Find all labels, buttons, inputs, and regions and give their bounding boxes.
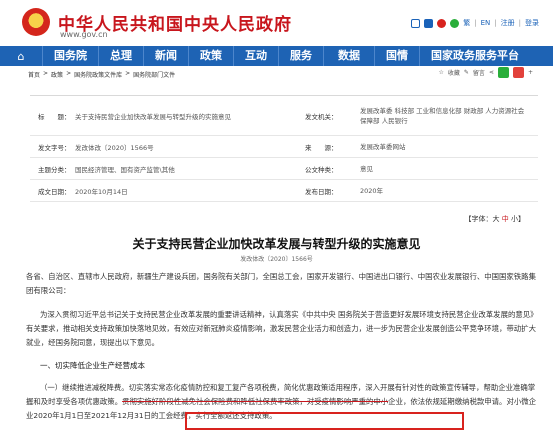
nav-item-policy[interactable]: 政策 bbox=[188, 46, 233, 66]
date-value: 2020年10月14日 bbox=[75, 187, 128, 196]
wechat-icon[interactable] bbox=[497, 67, 509, 78]
document-title: 关于支持民营企业加快改革发展与转型升级的实施意见 bbox=[132, 237, 421, 251]
weibo-icon[interactable] bbox=[512, 67, 524, 78]
share-icon[interactable]: ⋖ bbox=[489, 69, 494, 76]
breadcrumb: 首页 > 政策 > 国务院政策文件库 > 国务院部门文件 bbox=[28, 70, 175, 79]
info-row: 成文日期： 2020年10月14日 发布日期： 2020年 bbox=[30, 180, 538, 202]
site-header: 中华人民共和国中央人民政府 www.gov.cn 繁 | EN | 注册 | 登… bbox=[0, 0, 553, 46]
topic-label: 主题分类： bbox=[38, 165, 71, 174]
breadcrumb-sep: > bbox=[125, 70, 131, 77]
mail-icon[interactable] bbox=[411, 18, 421, 28]
paragraph-preamble: 为深入贯彻习近平总书记关于支持民营企业改革发展的重要讲话精神，认真落实《中共中央… bbox=[26, 308, 536, 350]
section-heading: 一、切实降低企业生产经营成本 bbox=[40, 361, 145, 370]
info-row: 主题分类： 国民经济管理、国有资产监管\其他 公文种类： 意见 bbox=[30, 158, 538, 180]
nav-item-data[interactable]: 数据 bbox=[323, 46, 374, 66]
national-emblem-icon bbox=[22, 8, 50, 36]
nav-item-news[interactable]: 新闻 bbox=[143, 46, 188, 66]
nav-item-service[interactable]: 服务 bbox=[278, 46, 323, 66]
issuer-label: 发文机关： bbox=[305, 112, 338, 121]
nav-item-service-platform[interactable]: 国家政务服务平台 bbox=[419, 46, 530, 66]
breadcrumb-home[interactable]: 首页 bbox=[28, 70, 40, 79]
breadcrumb-dept-files[interactable]: 国务院部门文件 bbox=[133, 70, 175, 79]
fontsize-small[interactable]: 小 bbox=[511, 215, 518, 223]
date-label: 成文日期： bbox=[38, 187, 71, 196]
struck-text: 贯彻实施好阶段性减免社会保险费和降低社保费率政策，对受疫情影响严重的中小 bbox=[122, 397, 389, 406]
breadcrumb-library[interactable]: 国务院政策文件库 bbox=[74, 70, 122, 79]
separator: | bbox=[474, 19, 477, 27]
fontsize-large[interactable]: 大 bbox=[493, 215, 500, 223]
nav-item-state-council[interactable]: 国务院 bbox=[42, 46, 98, 66]
top-links: 繁 | EN | 注册 | 登录 bbox=[411, 18, 539, 28]
separator: | bbox=[518, 19, 521, 27]
breadcrumb-policy[interactable]: 政策 bbox=[51, 70, 63, 79]
title-value: 关于支持民营企业加快改革发展与转型升级的实施意见 bbox=[75, 112, 231, 121]
info-row: 发文字号： 发改体改〔2020〕1566号 来 源： 发展改革委网站 bbox=[30, 136, 538, 158]
document-number: 发改体改〔2020〕1566号 bbox=[240, 256, 313, 263]
nav-item-premier[interactable]: 总理 bbox=[98, 46, 143, 66]
fontsize-prefix: 【字体： bbox=[464, 215, 493, 223]
plus-icon[interactable]: + bbox=[528, 69, 533, 76]
breadcrumb-sep: > bbox=[66, 70, 72, 77]
link-english[interactable]: EN bbox=[481, 19, 491, 27]
topic-value: 国民经济管理、国有资产监管\其他 bbox=[75, 165, 175, 174]
type-label: 公文种类： bbox=[305, 165, 338, 174]
star-icon: ☆ bbox=[438, 69, 444, 76]
highlight-box bbox=[185, 412, 464, 430]
source-value: 发展改革委网站 bbox=[360, 142, 406, 151]
fontsize-suffix: 】 bbox=[518, 215, 525, 223]
link-register[interactable]: 注册 bbox=[501, 18, 515, 28]
edit-icon: ✎ bbox=[463, 69, 469, 76]
article-tools: ☆ 收藏 ✎ 留言 ⋖ + bbox=[438, 67, 533, 78]
phone-icon[interactable] bbox=[424, 18, 434, 28]
font-size-switcher: 【字体：大 中 小】 bbox=[465, 214, 525, 224]
issuer-value: 发展改革委 科技部 工业和信息化部 财政部 人力资源社会保障部 人民银行 bbox=[360, 106, 525, 125]
link-traditional[interactable]: 繁 bbox=[463, 18, 470, 28]
document-info-table: 标 题： 关于支持民营企业加快改革发展与转型升级的实施意见 发文机关： 发展改革… bbox=[30, 95, 538, 202]
docno-value: 发改体改〔2020〕1566号 bbox=[75, 143, 154, 152]
separator: | bbox=[494, 19, 497, 27]
type-value: 意见 bbox=[360, 164, 373, 173]
info-row: 标 题： 关于支持民营企业加快改革发展与转型升级的实施意见 发文机关： 发展改革… bbox=[30, 96, 538, 136]
pubdate-label: 发布日期： bbox=[305, 187, 338, 196]
title-label: 标 题： bbox=[38, 112, 71, 121]
wechat-icon[interactable] bbox=[450, 18, 460, 28]
fontsize-medium[interactable]: 中 bbox=[502, 215, 509, 223]
main-nav: ⌂ 国务院 总理 新闻 政策 互动 服务 数据 国情 国家政务服务平台 bbox=[0, 46, 553, 66]
paragraph-text: 各省、自治区、直辖市人民政府，新疆生产建设兵团，国务院有关部门，全国总工会，国家… bbox=[26, 272, 536, 295]
source-label: 来 源： bbox=[305, 143, 338, 152]
paragraph-text: 为深入贯彻习近平总书记关于支持民营企业改革发展的重要讲话精神，认真落实《中共中央… bbox=[26, 310, 536, 347]
message-link[interactable]: 留言 bbox=[473, 68, 485, 77]
paragraph-recipients: 各省、自治区、直辖市人民政府，新疆生产建设兵团，国务院有关部门，全国总工会，国家… bbox=[26, 270, 536, 298]
pubdate-value: 2020年 bbox=[360, 186, 384, 195]
paragraph-text: 企业，依法依规延期缴纳税款申请。 bbox=[388, 397, 507, 406]
nav-item-national-info[interactable]: 国情 bbox=[374, 46, 419, 66]
link-login[interactable]: 登录 bbox=[525, 18, 539, 28]
nav-item-interaction[interactable]: 互动 bbox=[233, 46, 278, 66]
home-icon[interactable]: ⌂ bbox=[0, 46, 42, 66]
weibo-icon[interactable] bbox=[437, 18, 447, 28]
site-url: www.gov.cn bbox=[60, 30, 108, 39]
docno-label: 发文字号： bbox=[38, 143, 71, 152]
favorite-link[interactable]: 收藏 bbox=[448, 68, 460, 77]
breadcrumb-sep: > bbox=[43, 70, 49, 77]
